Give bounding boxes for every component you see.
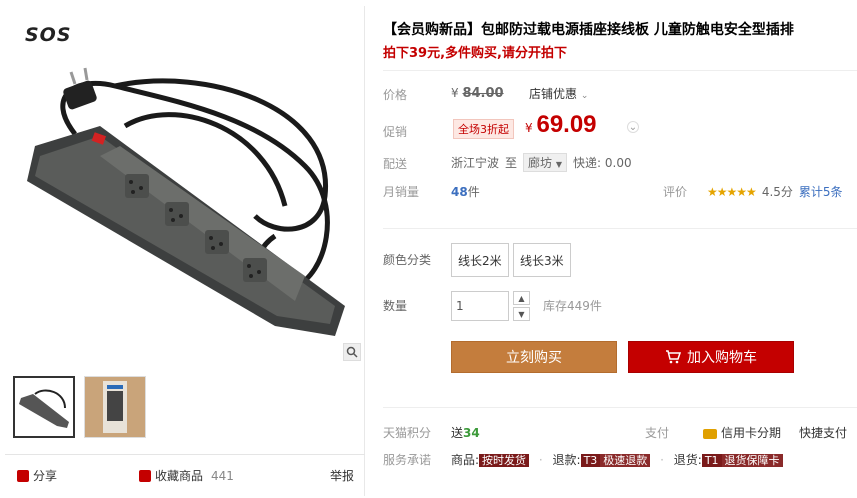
promo-price: ¥ 69.09 [525,111,597,139]
extras-panel: 天猫积分 送34 支付 信用卡分期 快捷支付 服务承诺 商品: 按时发货 · 退款… [383,407,857,498]
color-label: 颜色分类 [383,253,432,267]
triangle-down-icon: ▼ [555,160,563,169]
installment-link[interactable]: 信用卡分期 [703,424,781,441]
favorite-count: 441 [211,468,234,483]
share-link[interactable]: 分享 [17,467,57,484]
promo-tag: 全场3折起 [453,119,514,139]
gallery-footer: 分享 收藏商品 441 举报 [5,454,365,496]
cart-icon [666,350,681,364]
separator-dot: · [538,453,543,467]
price-label: 价格 [383,88,408,102]
credit-card-icon [703,428,717,439]
ship-fee: 快递: 0.00 [573,156,632,170]
service-label: 服务承诺 [383,453,432,467]
points-value: 送34 [451,424,480,441]
option-length-3m[interactable]: 线长3米 [513,243,571,277]
thumbnail-package-image [85,377,145,437]
ship-to-word: 至 [505,156,518,170]
sales-count: 48 [451,185,468,199]
report-link[interactable]: 举报 [330,467,354,484]
quantity-decrease-button[interactable]: ▼ [513,307,530,321]
add-to-cart-label: 加入购物车 [687,350,757,366]
buy-now-button[interactable]: 立刻购买 [451,341,617,373]
promo-label: 促销 [383,125,408,139]
return-prefix: 退货: [673,453,702,467]
return-tag[interactable]: 退货保障卡 [721,454,783,467]
rating-score: 4.5分 [761,185,793,199]
rating-stars-icon: ★★★★★ [707,184,757,199]
original-price: ¥ 84.00 [451,86,504,101]
power-strip-illustration [27,67,345,336]
thumbnail-1[interactable] [13,376,75,438]
sales-label: 月销量 [383,185,420,199]
quantity-input[interactable] [451,291,509,321]
share-icon [17,469,29,482]
add-to-cart-button[interactable]: 加入购物车 [628,341,794,373]
goods-prefix: 商品: [451,453,480,467]
product-title: 【会员购新品】包邮防过载电源插座接线板 儿童防触电安全型插排 [383,22,794,38]
city-select[interactable]: 廊坊 ▼ [523,153,568,172]
product-details: 【会员购新品】包邮防过载电源插座接线板 儿童防触电安全型插排 拍下39元,多件购… [383,0,857,498]
chevron-down-icon: ⌄ [580,91,589,101]
original-price-value: 84.00 [462,86,504,101]
share-label: 分享 [33,469,58,483]
promo-currency: ¥ [525,121,533,135]
rating: 评价 ★★★★★ 4.5分 累计5条 [663,183,843,200]
thumbnail-strip-image [15,378,73,436]
favorite-link[interactable]: 收藏商品 441 [139,467,234,484]
city-name: 廊坊 [528,156,553,170]
price-panel: 价格 ¥ 84.00 店铺优惠 ⌄ 促销 全场3折起 ¥ 69.09 ⌄ 配送 … [383,70,857,212]
product-subtitle: 拍下39元,多件购买,请分开拍下 [383,46,567,61]
option-length-2m[interactable]: 线长2米 [451,243,509,277]
return-code: T1 [701,454,722,467]
product-gallery: SOS 分享 收藏商品 441 举报 [5,6,365,496]
refund-code: T3 [580,454,601,467]
favorite-label: 收藏商品 [155,469,204,483]
chevron-down-icon[interactable]: ⌄ [627,121,639,133]
stock-info: 库存449件 [543,299,602,313]
main-product-image[interactable]: SOS [5,6,365,366]
magnifier-icon[interactable] [343,343,361,361]
monthly-sales: 48件 [451,183,480,200]
pay-label: 支付 [645,426,670,440]
shop-deal-dropdown[interactable]: 店铺优惠 ⌄ [529,85,588,102]
thumbnail-list [13,376,146,438]
shipping-label: 配送 [383,157,408,171]
thumbnail-2[interactable] [84,376,146,438]
brand-logo: SOS [25,24,72,46]
sales-unit: 件 [467,185,480,199]
points-prefix: 送 [451,426,464,440]
quantity-label: 数量 [383,299,408,313]
currency-symbol: ¥ [451,86,459,100]
shop-deal-label: 店铺优惠 [529,87,578,101]
review-count-link[interactable]: 累计5条 [799,183,843,200]
installment-label: 信用卡分期 [721,426,782,440]
refund-prefix: 退款: [552,453,581,467]
separator-dot: · [660,453,664,467]
ship-from: 浙江宁波 [451,156,500,170]
sku-panel: 颜色分类 线长2米 线长3米 数量 ▲ ▼ 库存449件 立刻购买 加入购物车 [383,228,857,373]
promo-price-value: 69.09 [536,111,597,138]
quick-pay-link[interactable]: 快捷支付 [799,424,847,441]
rating-label: 评价 [663,185,688,199]
favorite-icon [139,469,151,482]
points-number: 34 [463,426,480,440]
goods-tag[interactable]: 按时发货 [479,454,530,467]
points-label: 天猫积分 [383,426,432,440]
quantity-increase-button[interactable]: ▲ [513,291,530,305]
refund-tag[interactable]: 极速退款 [600,454,651,467]
shipping-info: 浙江宁波 至 廊坊 ▼ 快递: 0.00 [451,153,632,172]
service-promises: 商品: 按时发货 · 退款: T3 极速退款 · 退货: T1 退货保障卡 [451,451,783,468]
